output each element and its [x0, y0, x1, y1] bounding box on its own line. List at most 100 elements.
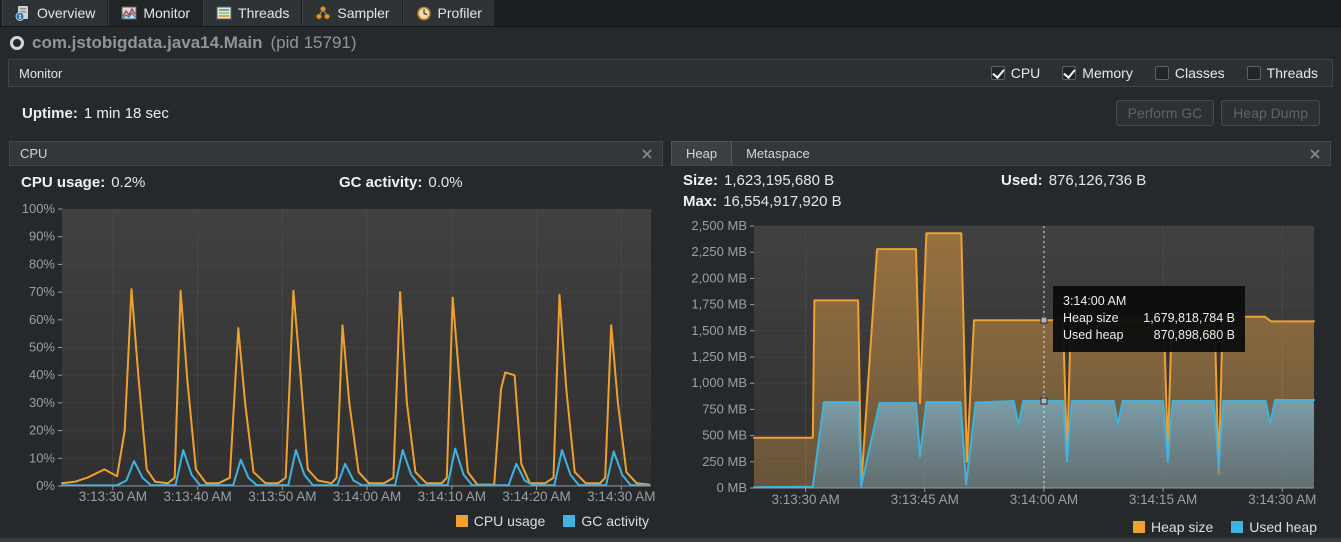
checkbox-classes-label: Classes: [1174, 65, 1225, 81]
application-pid: (pid 15791): [270, 32, 357, 52]
legend-used-heap: Used heap: [1231, 519, 1317, 535]
checkbox-threads-label: Threads: [1266, 65, 1318, 81]
application-title: com.jstobigdata.java14.Main: [32, 32, 263, 52]
svg-text:500 MB: 500 MB: [702, 428, 747, 443]
svg-text:3:13:50 AM: 3:13:50 AM: [248, 489, 316, 504]
svg-text:3:13:30 AM: 3:13:30 AM: [79, 489, 147, 504]
heap-size-stat: Size: 1,623,195,680 B: [683, 172, 835, 189]
svg-text:2,250 MB: 2,250 MB: [691, 244, 747, 259]
svg-text:70%: 70%: [29, 284, 55, 299]
metric-checkbox-group: CPU Memory Classes Threads: [990, 65, 1318, 81]
legend-gc-activity: GC activity: [563, 513, 649, 529]
tooltip-used-heap-row: Used heap 870,898,680 B: [1063, 328, 1235, 342]
tab-threads[interactable]: Threads: [203, 0, 303, 26]
svg-text:3:14:00 AM: 3:14:00 AM: [333, 489, 401, 504]
cpu-panel-header: CPU: [9, 141, 663, 166]
cpu-panel: CPU CPU usage: 0.2% GC activity: 0.0% 0% 10…: [9, 141, 663, 529]
tab-monitor-label: Monitor: [143, 5, 191, 21]
tab-monitor[interactable]: Monitor: [108, 0, 204, 26]
svg-text:50%: 50%: [29, 340, 55, 355]
heap-panel-header: Heap Metaspace: [671, 141, 1331, 166]
svg-text:1,500 MB: 1,500 MB: [691, 323, 747, 338]
svg-text:2,500 MB: 2,500 MB: [691, 220, 747, 233]
cpu-stats: CPU usage: 0.2% GC activity: 0.0%: [9, 166, 663, 202]
checkbox-classes[interactable]: Classes: [1154, 65, 1225, 81]
heap-size-swatch: [1133, 521, 1146, 533]
svg-text:3:14:20 AM: 3:14:20 AM: [502, 489, 570, 504]
checkbox-cpu-box[interactable]: [990, 66, 1005, 80]
cpu-usage-swatch: [455, 515, 468, 527]
svg-text:40%: 40%: [29, 367, 55, 382]
used-heap-swatch: [1231, 521, 1244, 533]
cpu-usage-stat: CPU usage: 0.2%: [21, 174, 146, 191]
checkbox-threads-box[interactable]: [1246, 66, 1261, 80]
checkbox-memory-label: Memory: [1082, 65, 1133, 81]
heap-stats: Size: 1,623,195,680 B Used: 876,126,736 B …: [671, 166, 1331, 220]
threads-list-icon: [216, 5, 232, 21]
visualvm-window: Overview Monitor Threads Sampler Profile…: [0, 0, 1341, 542]
svg-text:1,250 MB: 1,250 MB: [691, 349, 747, 364]
tab-profiler-label: Profiler: [437, 5, 482, 21]
checkbox-cpu-label: CPU: [1010, 65, 1041, 81]
svg-text:3:13:40 AM: 3:13:40 AM: [163, 489, 231, 504]
svg-text:20%: 20%: [29, 423, 55, 438]
tab-metaspace[interactable]: Metaspace: [732, 142, 824, 165]
heap-panel: Heap Metaspace Size: 1,623,195,680 B Used…: [671, 141, 1331, 535]
application-header: com.jstobigdata.java14.Main (pid 15791): [0, 27, 1341, 58]
legend-cpu-usage: CPU usage: [455, 513, 545, 529]
tab-sampler[interactable]: Sampler: [302, 0, 403, 26]
tab-profiler[interactable]: Profiler: [402, 0, 495, 26]
main-tabbar: Overview Monitor Threads Sampler Profile…: [0, 0, 1341, 27]
svg-text:3:14:15 AM: 3:14:15 AM: [1129, 492, 1197, 507]
svg-text:3:14:10 AM: 3:14:10 AM: [418, 489, 486, 504]
svg-text:250 MB: 250 MB: [702, 454, 747, 469]
svg-text:3:13:30 AM: 3:13:30 AM: [771, 492, 839, 507]
monitor-toolbar-title: Monitor: [19, 65, 63, 81]
legend-heap-size: Heap size: [1133, 519, 1213, 535]
running-ring-icon: [10, 35, 24, 50]
tooltip-heap-size-row: Heap size 1,679,818,784 B: [1063, 311, 1235, 325]
svg-text:2,000 MB: 2,000 MB: [691, 270, 747, 285]
svg-text:90%: 90%: [29, 229, 55, 244]
monitor-chart-icon: [121, 5, 137, 21]
monitor-toolbar: Monitor CPU Memory Classes Threads: [8, 59, 1333, 87]
svg-text:1,000 MB: 1,000 MB: [691, 375, 747, 390]
profiler-clock-icon: [416, 5, 432, 21]
cpu-panel-title: CPU: [20, 146, 48, 161]
tab-overview[interactable]: Overview: [2, 0, 109, 26]
close-x-icon[interactable]: [640, 147, 654, 161]
tab-heap[interactable]: Heap: [671, 141, 733, 165]
checkbox-cpu[interactable]: CPU: [990, 65, 1041, 81]
uptime-value: 1 min 18 sec: [83, 104, 169, 122]
heap-chart-legend: Heap size Used heap: [671, 517, 1331, 535]
overview-document-icon: [15, 5, 31, 21]
svg-text:30%: 30%: [29, 395, 55, 410]
svg-text:750 MB: 750 MB: [702, 401, 747, 416]
cpu-usage-chart[interactable]: 0% 10% 20% 30% 40% 50% 60% 70% 80% 90% 100% 3:13:30…: [9, 201, 663, 511]
tab-overview-label: Overview: [37, 5, 96, 21]
svg-text:3:14:00 AM: 3:14:00 AM: [1010, 492, 1078, 507]
chart-tooltip: 3:14:00 AM Heap size 1,679,818,784 B Use…: [1053, 286, 1245, 352]
svg-text:3:14:30 AM: 3:14:30 AM: [587, 489, 655, 504]
svg-text:10%: 10%: [29, 450, 55, 465]
checkbox-classes-box[interactable]: [1154, 66, 1169, 80]
checkbox-memory[interactable]: Memory: [1062, 65, 1133, 81]
perform-gc-button[interactable]: Perform GC: [1115, 100, 1215, 126]
svg-text:1,750 MB: 1,750 MB: [691, 297, 747, 312]
tab-threads-label: Threads: [238, 5, 290, 21]
close-x-icon[interactable]: [1308, 147, 1322, 161]
tooltip-time: 3:14:00 AM: [1063, 294, 1127, 308]
bottom-strip: [0, 538, 1341, 542]
svg-text:0 MB: 0 MB: [717, 480, 747, 495]
heap-usage-chart[interactable]: 3:14:00 AM Heap size 1,679,818,784 B Use…: [671, 218, 1331, 517]
heap-max-stat: Max: 16,554,917,920 B: [683, 193, 842, 210]
heap-dump-button[interactable]: Heap Dump: [1221, 100, 1320, 126]
uptime-label: Uptime:: [22, 104, 78, 122]
svg-text:0%: 0%: [36, 478, 55, 493]
uptime: Uptime: 1 min 18 sec: [22, 105, 169, 122]
checkbox-memory-box[interactable]: [1062, 66, 1077, 80]
heap-used-stat: Used: 876,126,736 B: [1001, 172, 1147, 189]
status-row: Uptime: 1 min 18 sec Perform GC Heap Dump: [0, 94, 1341, 132]
tab-sampler-label: Sampler: [337, 5, 390, 21]
checkbox-threads[interactable]: Threads: [1246, 65, 1318, 81]
